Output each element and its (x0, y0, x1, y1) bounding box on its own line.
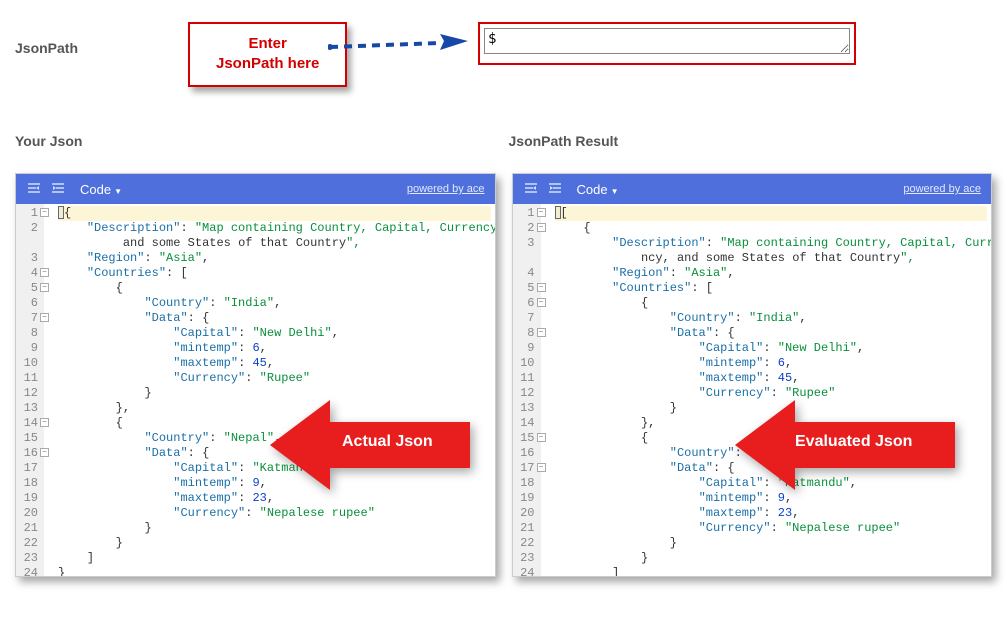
arrow-label: Evaluated Json (795, 433, 912, 451)
jsonpath-result-label: JsonPath Result (509, 128, 993, 149)
code-dropdown[interactable]: Code▼ (577, 182, 619, 197)
editor-toolbar: Code▼ powered by ace (513, 174, 992, 204)
editor-left[interactable]: 1−2 34−5−67−891011121314−1516−1718192021… (16, 204, 495, 576)
indent-right-icon[interactable] (50, 181, 66, 197)
right-code-pane: Code▼ powered by ace 1−2−3 45−6−78−91011… (512, 173, 993, 577)
powered-by-link[interactable]: powered by ace (407, 183, 485, 195)
callout-line-1: Enter (216, 34, 319, 54)
indent-right-icon[interactable] (547, 181, 563, 197)
indent-left-icon[interactable] (26, 181, 42, 197)
indent-left-icon[interactable] (523, 181, 539, 197)
jsonpath-input-container (478, 22, 856, 65)
editor-toolbar: Code▼ powered by ace (16, 174, 495, 204)
dashed-arrow-icon (328, 34, 468, 60)
jsonpath-label: JsonPath (15, 10, 195, 56)
your-json-label: Your Json (15, 128, 499, 149)
editor-right[interactable]: 1−2−3 45−6−78−9101112131415−1617−1819202… (513, 204, 992, 576)
left-code-pane: Code▼ powered by ace 1−2 34−5−67−8910111… (15, 173, 496, 577)
code-dropdown[interactable]: Code▼ (80, 182, 122, 197)
arrow-label: Actual Json (342, 433, 433, 451)
evaluated-json-arrow: Evaluated Json (735, 400, 955, 490)
callout-line-2: JsonPath here (216, 54, 319, 74)
callout-annotation: Enter JsonPath here (188, 22, 347, 87)
actual-json-arrow: Actual Json (270, 400, 470, 490)
powered-by-link[interactable]: powered by ace (903, 183, 981, 195)
jsonpath-input[interactable] (484, 28, 850, 54)
